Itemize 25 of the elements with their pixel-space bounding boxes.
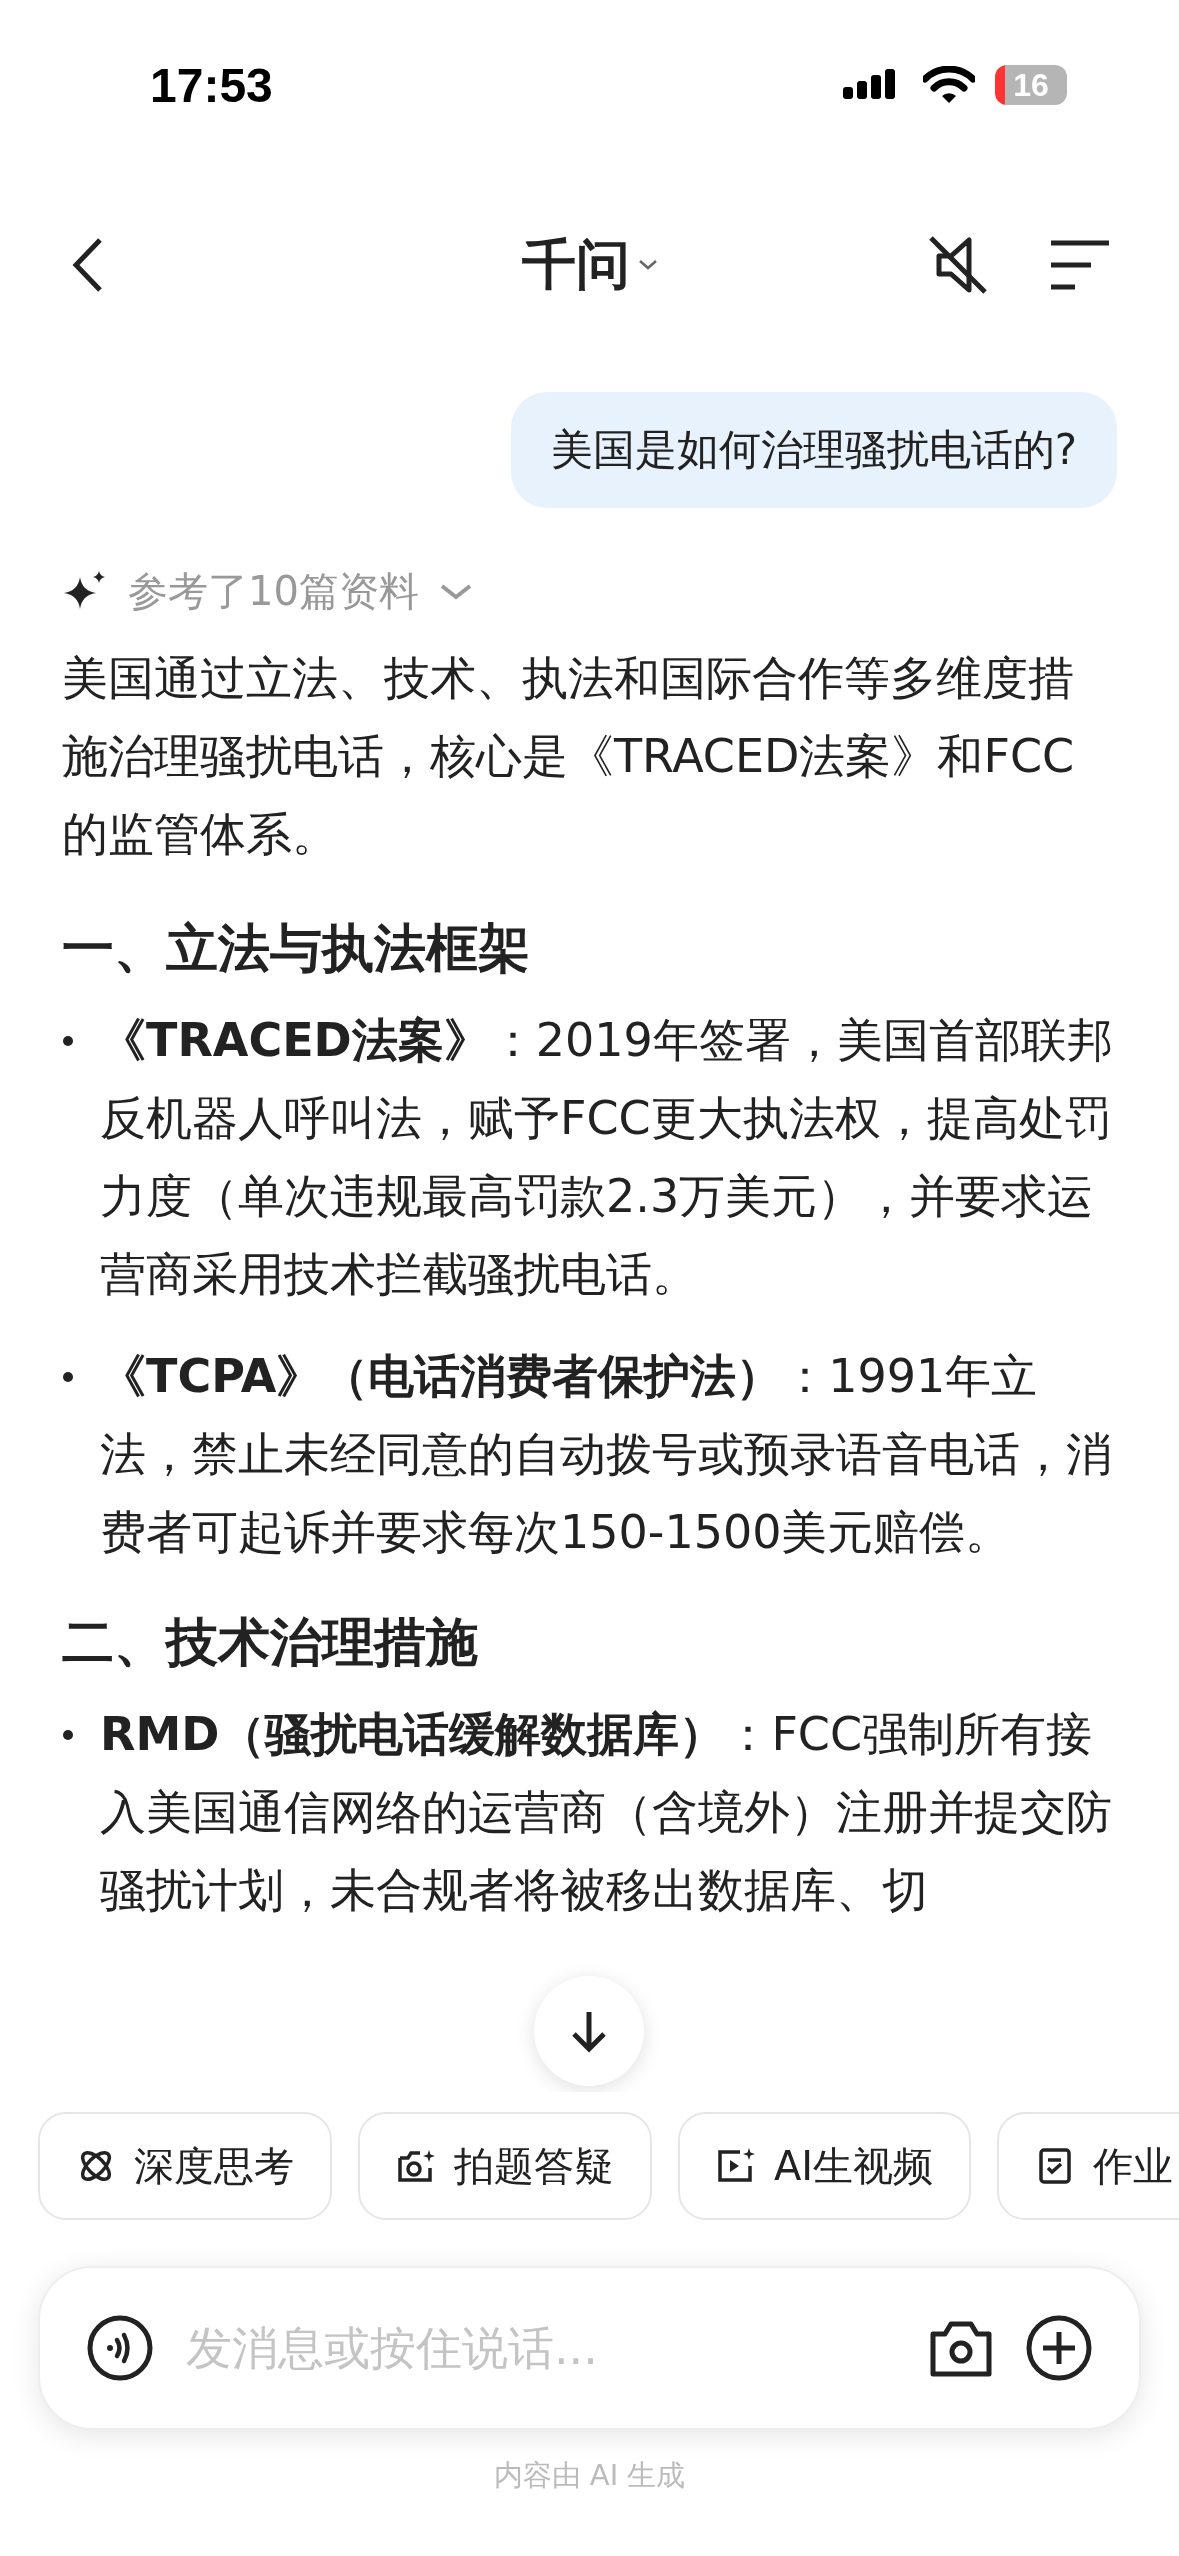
add-icon[interactable] xyxy=(1025,2314,1093,2382)
user-message: 美国是如何治理骚扰电话的? xyxy=(510,392,1117,508)
bullet-icon xyxy=(62,1729,74,1741)
shortcut-chip[interactable]: 作业 xyxy=(997,2112,1179,2220)
message-input[interactable]: 发消息或按住说话... xyxy=(184,2320,897,2376)
mute-icon[interactable] xyxy=(927,234,989,296)
bullet-text: 《TCPA》（电话消费者保护法）：1991年立法，禁止未经同意的自动拨号或预录语音电话，消费者可起诉并要求每次150-1500美元赔偿。 xyxy=(100,1348,1113,1561)
bullet-icon xyxy=(62,1371,74,1383)
chat-title[interactable]: 千问 xyxy=(521,228,630,302)
status-time: 17:53 xyxy=(150,57,273,113)
wifi-icon xyxy=(923,66,975,104)
voice-icon[interactable] xyxy=(86,2314,154,2382)
caret-icon[interactable] xyxy=(637,259,658,271)
bullet-icon xyxy=(62,1035,74,1047)
shortcut-chip[interactable]: AI生视频 xyxy=(678,2112,972,2220)
menu-icon[interactable] xyxy=(1051,239,1109,291)
bullet-text: RMD（骚扰电话缓解数据库）：FCC强制所有接入美国通信网络的运营商（含境外）注册并提交防骚扰计划，未合规者将被移出数据库、切 xyxy=(100,1706,1113,1919)
battery-indicator: 16 xyxy=(995,65,1067,105)
ai-disclaimer: 内容由 AI 生成 xyxy=(492,2457,687,2494)
shortcut-chip[interactable]: 拍题答疑 xyxy=(358,2112,652,2220)
bullet-text: 《TRACED法案》：2019年签署，美国首部联邦反机器人呼叫法，赋予FCC更大执法权，提高处罚力度（单次违规最高罚款2.3万美元），并要求运营商采用技术拦截骚扰电话。 xyxy=(100,1012,1114,1303)
shortcut-chip[interactable]: 深度思考 xyxy=(38,2112,332,2220)
answer-paragraph: 美国通过立法、技术、执法和国际合作等多维度措施治理骚扰电话，核心是《TRACED法案》和FCC的监管体系。 xyxy=(62,650,1076,863)
section-heading: 二、技术治理措施 xyxy=(62,1611,479,1674)
section-heading: 一、立法与执法框架 xyxy=(62,917,531,980)
